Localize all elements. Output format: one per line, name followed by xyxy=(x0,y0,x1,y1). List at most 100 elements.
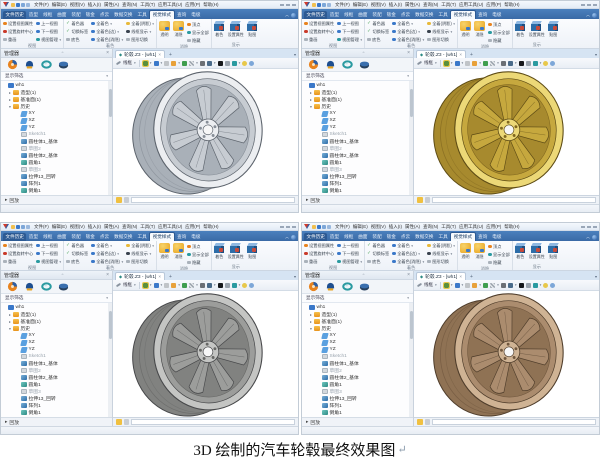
btn-texture[interactable]: 贴图 xyxy=(246,21,258,38)
menu-tools[interactable]: 工具(T) xyxy=(140,224,155,230)
menu-utilities[interactable]: 应用工具(U) xyxy=(459,2,483,8)
btn-face-attributes[interactable]: 设置属性 xyxy=(529,243,545,260)
btn-shade-hidden[interactable]: 全着色(消隐) ▾ xyxy=(392,258,424,265)
menu-edit[interactable]: 编辑(E) xyxy=(353,2,368,8)
collapse-ribbon-icon[interactable]: ︿ xyxy=(586,234,590,240)
viewport-3d[interactable] xyxy=(113,69,298,195)
tab-inquire[interactable]: 查询 xyxy=(476,11,490,19)
light-icon[interactable] xyxy=(472,60,478,66)
tab-pointcloud[interactable]: 点云 xyxy=(398,233,412,241)
edit-style-icon[interactable] xyxy=(416,60,423,66)
wireframe-mode-icon[interactable] xyxy=(164,282,170,288)
wireframe-mode-icon[interactable] xyxy=(465,60,471,66)
btn-texture[interactable]: 贴图 xyxy=(547,21,559,38)
btn-shader[interactable]: ✓ 着色器 xyxy=(66,20,88,27)
save-icon[interactable] xyxy=(16,224,20,229)
tree-item-feature[interactable]: 拉伸13_回转 xyxy=(1,173,112,180)
replay-bar[interactable]: ▸ 回放 xyxy=(1,417,112,426)
tree-item-folder[interactable]: ▸ 基准面(1) xyxy=(302,96,413,103)
edit-appearance-icon[interactable] xyxy=(199,282,205,288)
menu-inquire[interactable]: 查询(N) xyxy=(122,224,137,230)
menu-file[interactable]: 文件(F) xyxy=(34,2,49,8)
btn-shade-all[interactable]: 全着色 ▾ xyxy=(91,242,123,249)
edit-appearance-icon[interactable] xyxy=(500,60,506,66)
btn-blank[interactable]: 消隐 xyxy=(173,243,185,260)
tree-item-root[interactable]: wh1 xyxy=(1,304,112,311)
history-manager-icon[interactable] xyxy=(7,59,18,70)
menu-tools[interactable]: 工具(T) xyxy=(441,224,456,230)
redo-icon[interactable] xyxy=(327,2,331,7)
background-color-icon[interactable] xyxy=(217,60,223,66)
menu-attr[interactable]: 属性(A) xyxy=(405,224,420,230)
collapse-ribbon-icon[interactable]: ︿ xyxy=(285,234,289,240)
btn-color[interactable]: 着色 xyxy=(514,243,526,260)
tree-item-folder[interactable]: ▾ 历史 xyxy=(302,325,413,332)
tree-item-feature[interactable]: 阵列1 xyxy=(302,402,413,409)
visual-manager-icon[interactable] xyxy=(58,59,69,70)
btn-prev-view[interactable]: 上一视图 xyxy=(337,20,362,27)
tab-visual-style[interactable]: 视觉样式 xyxy=(450,232,476,241)
options-icon[interactable] xyxy=(424,419,430,425)
tree-item-feature[interactable]: 圆柱体2_基体 xyxy=(1,152,112,159)
btn-vertices[interactable]: 顶点 xyxy=(187,21,209,28)
tab-visual-style[interactable]: 视觉样式 xyxy=(450,10,476,19)
tree-item-feature[interactable]: 拉伸13_回转 xyxy=(1,395,112,402)
material-icon[interactable] xyxy=(182,60,188,66)
btn-blank[interactable]: 消隐 xyxy=(173,21,185,38)
btn-toggle-labels[interactable]: ✓ 切换标签 xyxy=(66,250,88,257)
material-icon[interactable] xyxy=(483,282,489,288)
tree-item-plane[interactable]: XY xyxy=(302,110,413,117)
tab-visual-style[interactable]: 视觉样式 xyxy=(149,232,175,241)
tree-item-folder[interactable]: ▸ 基准面(1) xyxy=(1,96,112,103)
btn-rotation-center[interactable]: 设置旋转中心 xyxy=(3,28,33,35)
command-input[interactable] xyxy=(432,197,596,203)
env-map-icon[interactable] xyxy=(550,282,556,288)
btn-wireframe-display[interactable]: 线框显示 ▾ xyxy=(427,28,455,35)
btn-prev-view[interactable]: 上一视图 xyxy=(36,20,61,27)
btn-shade-hidden[interactable]: 全着色(消隐) ▾ xyxy=(91,36,123,43)
options-icon[interactable] xyxy=(424,197,430,203)
tab-surface[interactable]: 曲面 xyxy=(55,233,69,241)
close-panel-icon[interactable]: × xyxy=(106,272,109,278)
menu-inquire[interactable]: 查询(N) xyxy=(423,2,438,8)
close-panel-icon[interactable]: × xyxy=(407,50,410,56)
btn-color[interactable]: 着色 xyxy=(514,21,526,38)
help-icon[interactable] xyxy=(291,234,296,240)
tree-item-plane[interactable]: YZ xyxy=(1,346,112,353)
btn-view-manager[interactable]: 视图管理 ▾ xyxy=(337,36,362,43)
btn-shade-all[interactable]: 全着色 ▾ xyxy=(91,20,123,27)
render-mode-icon[interactable] xyxy=(454,282,460,288)
menu-edit[interactable]: 编辑(E) xyxy=(52,224,67,230)
shaded-mode-icon[interactable] xyxy=(442,59,451,67)
document-tab[interactable]: ◆ 轮毂.Z3 - [wh1] × xyxy=(416,50,466,58)
tree-item-plane[interactable]: XZ xyxy=(302,117,413,124)
replay-bar[interactable]: ▸ 回放 xyxy=(302,417,413,426)
help-icon[interactable] xyxy=(592,12,597,18)
menu-help[interactable]: 帮助(H) xyxy=(203,224,218,230)
tab-file-history[interactable]: 文件历史 xyxy=(3,11,27,19)
window-controls[interactable] xyxy=(581,3,597,6)
menu-app[interactable]: 应用(P) xyxy=(185,224,200,230)
tab-file-history[interactable]: 文件历史 xyxy=(304,233,328,241)
tree-item-feature[interactable]: 圆柱体1_基体 xyxy=(302,138,413,145)
env-light-icon[interactable] xyxy=(543,60,549,66)
tab-inquire[interactable]: 查询 xyxy=(175,11,189,19)
checker-texture-icon[interactable] xyxy=(490,282,496,288)
env-map-icon[interactable] xyxy=(550,60,556,66)
tree-item-plane[interactable]: XY xyxy=(1,332,112,339)
menu-utilities[interactable]: 应用工具(U) xyxy=(459,224,483,230)
tree-item-folder[interactable]: ▸ 造型(1) xyxy=(302,311,413,318)
btn-shade-shadow[interactable]: 全着(阴影) ▾ xyxy=(427,20,455,27)
btn-redraw[interactable]: 重画 xyxy=(3,258,33,265)
light-icon[interactable] xyxy=(171,60,177,66)
scene-icon[interactable] xyxy=(206,282,212,288)
visual-manager-icon[interactable] xyxy=(58,281,69,292)
menu-insert[interactable]: 插入(I) xyxy=(389,224,402,230)
btn-redraw[interactable]: 重画 xyxy=(3,36,33,43)
btn-view-attributes[interactable]: 设置视图属性 xyxy=(3,242,33,249)
btn-face-attributes[interactable]: 设置属性 xyxy=(529,21,545,38)
tree-item-plane[interactable]: YZ xyxy=(1,124,112,131)
btn-toggle-labels[interactable]: ✓ 切换标签 xyxy=(66,28,88,35)
tree-item-root[interactable]: wh1 xyxy=(1,82,112,89)
help-icon[interactable] xyxy=(291,12,296,18)
